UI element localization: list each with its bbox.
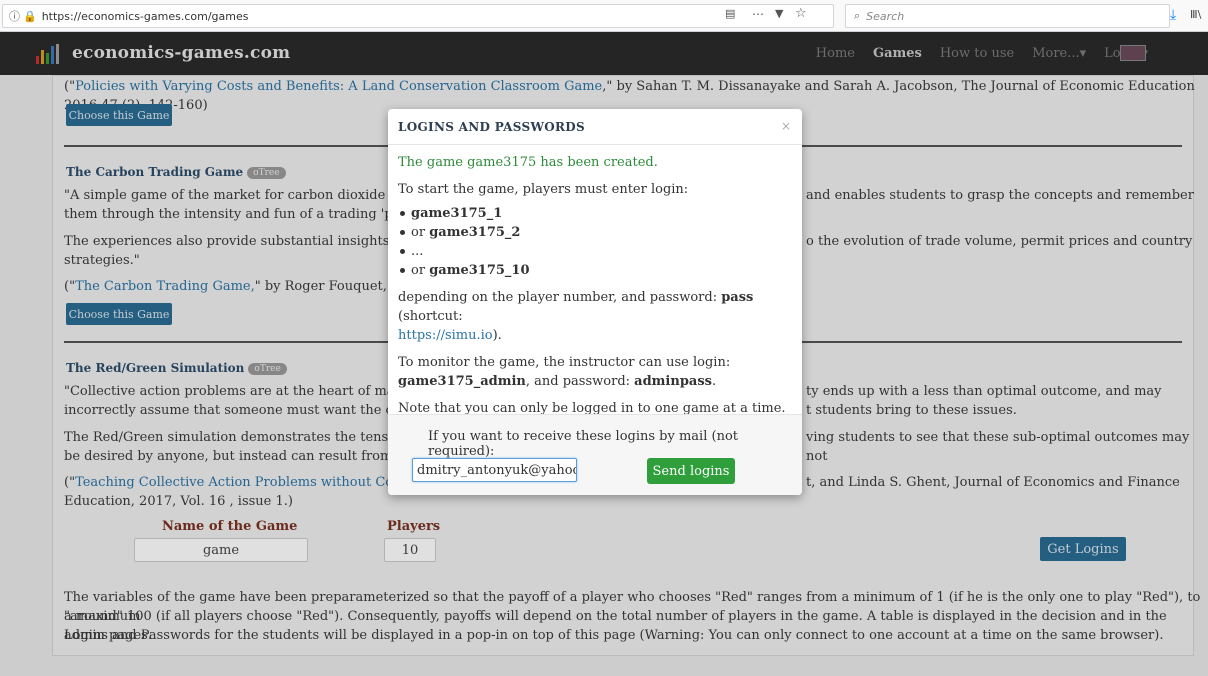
password-info: depending on the player number, and pass… xyxy=(398,290,754,343)
info-icon[interactable]: ⓘ xyxy=(9,8,20,24)
email-field[interactable]: dmitry_antonyuk@yahoo. xyxy=(412,458,577,482)
list-item: or game3175_10 xyxy=(400,261,792,280)
shortcut-link[interactable]: https://simu.io xyxy=(398,328,493,343)
reader-icon[interactable]: ▤ xyxy=(725,7,735,20)
bookmark-star-icon[interactable]: ☆ xyxy=(795,6,807,21)
download-icon[interactable]: ⤓ xyxy=(1170,7,1176,23)
library-icon[interactable]: Ⅲ\ xyxy=(1190,8,1201,21)
game-created-message: The game game3175 has been created. xyxy=(398,155,658,170)
pocket-icon[interactable]: ▼ xyxy=(775,7,783,20)
logins-modal: LOGINS AND PASSWORDS × The game game3175… xyxy=(388,109,802,495)
logins-list: game3175_1 or game3175_2 ... or game3175… xyxy=(400,204,792,280)
more-icon[interactable]: ⋯ xyxy=(752,7,764,21)
list-item: game3175_1 xyxy=(400,204,792,223)
lock-icon: 🔒 xyxy=(23,9,37,23)
url-text[interactable]: https://economics-games.com/games xyxy=(42,10,249,23)
browser-toolbar: ⓘ 🔒 https://economics-games.com/games ▤ … xyxy=(0,0,1208,32)
send-logins-button[interactable]: Send logins xyxy=(647,458,735,484)
list-item: or game3175_2 xyxy=(400,223,792,242)
modal-header: LOGINS AND PASSWORDS xyxy=(388,109,802,145)
search-input[interactable]: ⌕ Search xyxy=(845,4,1170,28)
modal-body: The game game3175 has been created. To s… xyxy=(388,145,802,418)
start-instructions: To start the game, players must enter lo… xyxy=(398,182,689,197)
search-icon: ⌕ xyxy=(854,9,861,22)
search-placeholder: Search xyxy=(866,9,905,23)
modal-footer: If you want to receive these logins by m… xyxy=(388,414,802,495)
url-bar[interactable]: ⓘ 🔒 https://economics-games.com/games xyxy=(2,4,834,28)
admin-info: To monitor the game, the instructor can … xyxy=(398,355,731,389)
modal-title: LOGINS AND PASSWORDS xyxy=(398,119,585,134)
mail-prompt: If you want to receive these logins by m… xyxy=(428,429,739,459)
close-icon[interactable]: × xyxy=(781,119,791,133)
list-item: ... xyxy=(400,242,792,261)
